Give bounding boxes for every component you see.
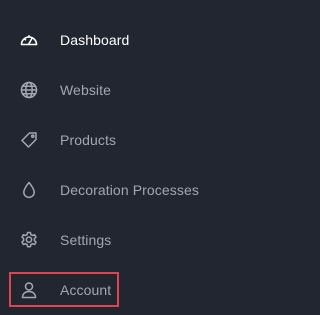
sidebar-item-label: Dashboard <box>60 32 130 48</box>
sidebar-item-label: Website <box>60 82 112 98</box>
sidebar-nav: Dashboard Website Products Decoration Pr… <box>0 0 260 315</box>
sidebar-item-label: Account <box>60 282 112 298</box>
droplet-icon <box>19 180 39 200</box>
sidebar-item-settings[interactable]: Settings <box>0 215 260 265</box>
sidebar-item-label: Products <box>60 132 117 148</box>
sidebar-item-label: Settings <box>60 232 112 248</box>
sidebar-item-website[interactable]: Website <box>0 65 260 115</box>
sidebar-item-label: Decoration Processes <box>60 182 199 198</box>
sidebar-item-products[interactable]: Products <box>0 115 260 165</box>
sidebar-item-account[interactable]: Account <box>0 265 260 315</box>
dashboard-gauge-icon <box>19 30 39 50</box>
globe-icon <box>19 80 39 100</box>
user-icon <box>19 280 39 300</box>
sidebar-item-decoration-processes[interactable]: Decoration Processes <box>0 165 260 215</box>
sidebar-item-dashboard[interactable]: Dashboard <box>0 15 260 65</box>
gear-icon <box>19 230 39 250</box>
tag-icon <box>19 130 39 150</box>
